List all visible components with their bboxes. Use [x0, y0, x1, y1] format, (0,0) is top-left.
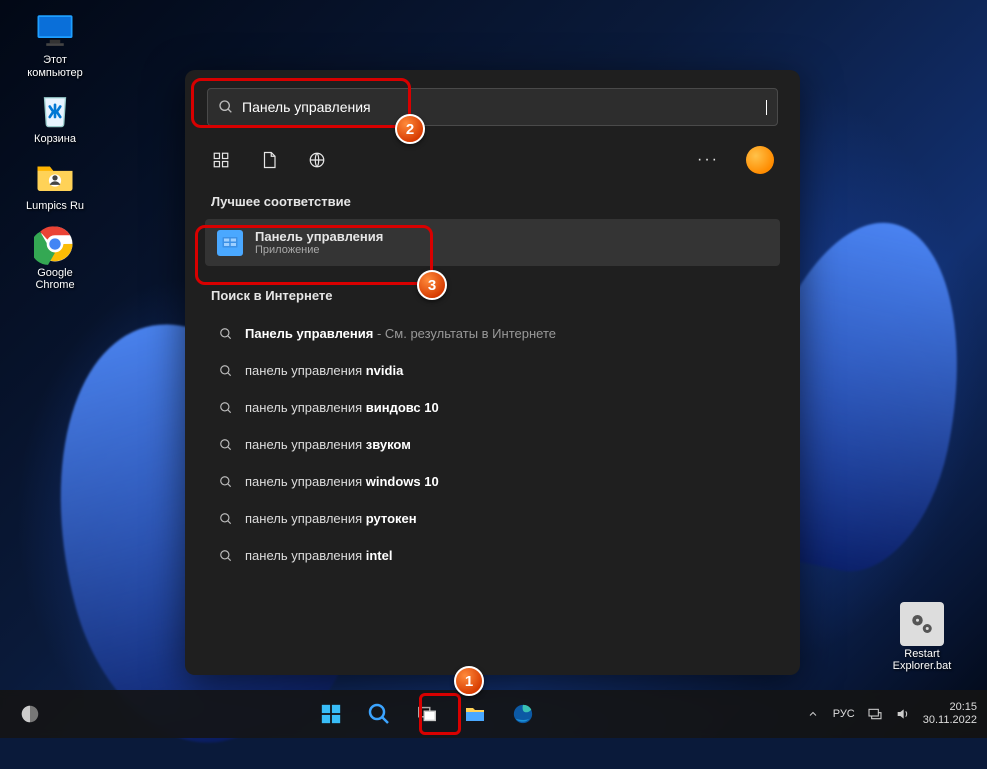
folder-icon — [34, 156, 76, 198]
desktop-icon-folder-lumpics[interactable]: Lumpics Ru — [15, 156, 95, 213]
filter-web-icon[interactable] — [307, 150, 327, 170]
desktop-icons-column: Этот компьютер Корзина Lumpics Ru Google… — [15, 10, 95, 292]
search-icon — [219, 438, 233, 452]
search-icon — [219, 327, 233, 341]
desktop-icon-chrome[interactable]: Google Chrome — [15, 223, 95, 292]
more-options-icon[interactable]: ··· — [698, 150, 718, 170]
start-button[interactable] — [311, 694, 351, 734]
web-result[interactable]: панель управления nvidia — [205, 354, 780, 387]
desktop-icon-restart-explorer[interactable]: Restart Explorer.bat — [882, 602, 962, 673]
desktop-icon-label: Google Chrome — [35, 267, 74, 292]
annotation-badge-1: 1 — [454, 666, 484, 696]
web-result-text: панель управления nvidia — [245, 363, 403, 378]
filter-apps-icon[interactable] — [211, 150, 231, 170]
keyboard-language[interactable]: РУС — [833, 708, 855, 720]
desktop-icon-this-pc[interactable]: Этот компьютер — [15, 10, 95, 79]
search-input-container[interactable] — [207, 88, 778, 126]
taskbar-clock[interactable]: 20:15 30.11.2022 — [923, 701, 977, 727]
taskbar: РУС 20:15 30.11.2022 — [0, 690, 987, 738]
search-icon — [219, 401, 233, 415]
search-icon — [219, 475, 233, 489]
desktop-icon-label: Корзина — [34, 133, 76, 146]
recycle-bin-icon — [34, 89, 76, 131]
web-results-list: Панель управления - См. результаты в Инт… — [195, 313, 790, 576]
best-match-subtitle: Приложение — [255, 244, 383, 256]
web-result[interactable]: панель управления windows 10 — [205, 465, 780, 498]
web-result[interactable]: панель управления виндовс 10 — [205, 391, 780, 424]
web-result-text: Панель управления - См. результаты в Инт… — [245, 326, 556, 341]
search-filter-row: ··· — [195, 126, 790, 186]
annotation-badge-3: 3 — [417, 270, 447, 300]
search-icon — [218, 99, 234, 115]
desktop-icon-label: Restart Explorer.bat — [893, 648, 952, 673]
web-search-heading: Поиск в Интернете — [195, 280, 790, 313]
desktop-icon-restart-explorer-wrap: Restart Explorer.bat — [882, 602, 962, 673]
desktop-icon-label: Этот компьютер — [27, 54, 82, 79]
web-result-text: панель управления intel — [245, 548, 392, 563]
web-result-text: панель управления виндовс 10 — [245, 400, 439, 415]
web-result[interactable]: панель управления звуком — [205, 428, 780, 461]
user-avatar[interactable] — [746, 146, 774, 174]
edge-browser-button[interactable] — [503, 694, 543, 734]
volume-icon[interactable] — [895, 706, 911, 722]
file-explorer-button[interactable] — [455, 694, 495, 734]
gears-icon — [900, 602, 944, 646]
search-input[interactable] — [242, 99, 765, 115]
web-result-primary[interactable]: Панель управления - См. результаты в Инт… — [205, 317, 780, 350]
web-result-text: панель управления windows 10 — [245, 474, 439, 489]
search-icon — [219, 512, 233, 526]
taskbar-time: 20:15 — [923, 701, 977, 714]
windows-search-panel: ··· Лучшее соответствие Панель управлени… — [185, 70, 800, 675]
weather-widget-icon[interactable] — [10, 694, 50, 734]
desktop-icon-recycle-bin[interactable]: Корзина — [15, 89, 95, 146]
text-caret — [766, 100, 767, 115]
control-panel-icon — [217, 230, 243, 256]
filter-documents-icon[interactable] — [259, 150, 279, 170]
chevron-up-icon[interactable] — [805, 706, 821, 722]
best-match-result[interactable]: Панель управления Приложение — [205, 219, 780, 266]
web-result-text: панель управления звуком — [245, 437, 411, 452]
best-match-heading: Лучшее соответствие — [195, 186, 790, 219]
chrome-icon — [34, 223, 76, 265]
taskbar-date: 30.11.2022 — [923, 714, 977, 727]
task-view-button[interactable] — [407, 694, 447, 734]
search-icon — [219, 549, 233, 563]
network-icon[interactable] — [867, 706, 883, 722]
best-match-title: Панель управления — [255, 229, 383, 244]
web-result-text: панель управления рутокен — [245, 511, 417, 526]
search-icon — [219, 364, 233, 378]
monitor-icon — [34, 10, 76, 52]
desktop-icon-label: Lumpics Ru — [26, 200, 84, 213]
taskbar-search-button[interactable] — [359, 694, 399, 734]
web-result[interactable]: панель управления рутокен — [205, 502, 780, 535]
web-result[interactable]: панель управления intel — [205, 539, 780, 572]
annotation-badge-2: 2 — [395, 114, 425, 144]
